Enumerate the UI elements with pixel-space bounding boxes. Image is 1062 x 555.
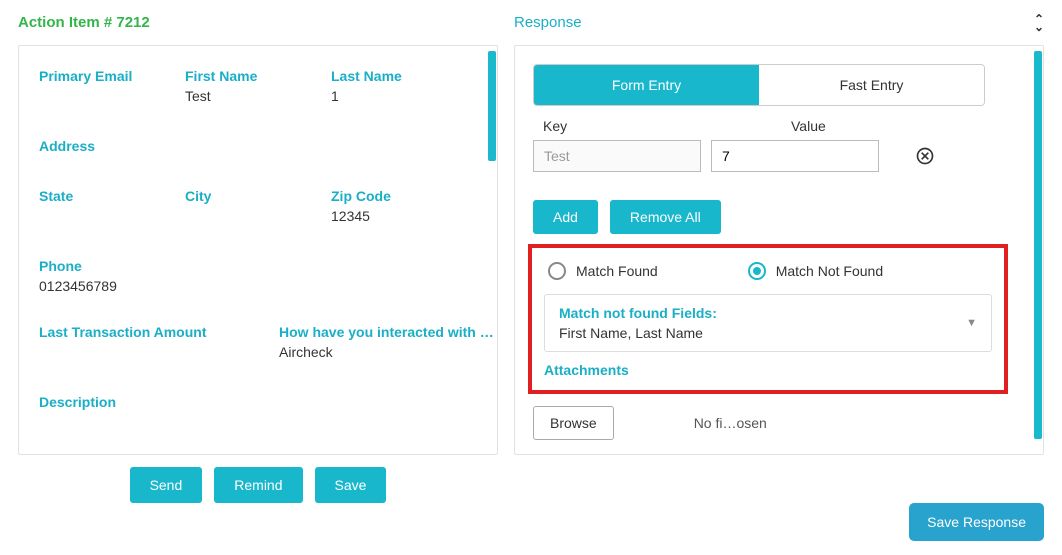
radio-icon — [548, 262, 566, 280]
zip-label: Zip Code — [331, 188, 477, 204]
entry-tabs: Form Entry Fast Entry — [533, 64, 985, 106]
city-label: City — [185, 188, 331, 204]
radio-match-not-found[interactable]: Match Not Found — [748, 262, 883, 280]
radio-match-found-label: Match Found — [576, 263, 658, 279]
description-label: Description — [39, 394, 477, 410]
match-not-found-title: Match not found Fields: — [559, 305, 977, 321]
attachments-label: Attachments — [544, 362, 992, 378]
radio-match-found[interactable]: Match Found — [548, 262, 658, 280]
state-label: State — [39, 188, 185, 204]
add-button[interactable]: Add — [533, 200, 598, 234]
first-name-value: Test — [185, 88, 331, 104]
phone-label: Phone — [39, 258, 477, 274]
match-highlight-box: Match Found Match Not Found Match not fo… — [528, 244, 1008, 394]
phone-value: 0123456789 — [39, 278, 477, 294]
action-item-title: Action Item # 7212 — [18, 14, 150, 31]
no-file-label: No fi…osen — [694, 415, 767, 431]
last-name-value: 1 — [331, 88, 477, 104]
value-input[interactable] — [711, 140, 879, 172]
left-scrollbar[interactable] — [488, 51, 496, 161]
remind-button[interactable]: Remind — [214, 467, 302, 503]
radio-match-not-found-label: Match Not Found — [776, 263, 883, 279]
key-column-label: Key — [533, 118, 713, 134]
radio-icon — [748, 262, 766, 280]
left-panel: Primary Email First Name Test Last Name … — [18, 45, 498, 455]
send-button[interactable]: Send — [130, 467, 203, 503]
last-name-label: Last Name — [331, 68, 477, 84]
key-input[interactable] — [533, 140, 701, 172]
browse-button[interactable]: Browse — [533, 406, 614, 440]
address-label: Address — [39, 138, 477, 154]
first-name-label: First Name — [185, 68, 331, 84]
expand-collapse-icon[interactable]: ⌃⌄ — [1034, 15, 1044, 31]
remove-all-button[interactable]: Remove All — [610, 200, 721, 234]
tab-form-entry[interactable]: Form Entry — [534, 65, 759, 105]
right-panel: Form Entry Fast Entry Key Value Add Remo… — [514, 45, 1044, 455]
save-response-button[interactable]: Save Response — [909, 503, 1044, 541]
tab-fast-entry[interactable]: Fast Entry — [759, 65, 984, 105]
zip-value: 12345 — [331, 208, 477, 224]
interacted-label: How have you interacted with … — [279, 324, 498, 340]
match-not-found-select[interactable]: Match not found Fields: First Name, Last… — [544, 294, 992, 352]
right-scrollbar[interactable] — [1034, 51, 1042, 439]
response-title: Response — [514, 14, 582, 31]
match-not-found-value: First Name, Last Name — [559, 325, 977, 341]
last-txn-label: Last Transaction Amount — [39, 324, 279, 340]
save-button[interactable]: Save — [315, 467, 387, 503]
value-column-label: Value — [713, 118, 826, 134]
primary-email-label: Primary Email — [39, 68, 185, 84]
chevron-down-icon: ▼ — [966, 317, 977, 329]
interacted-value: Aircheck — [279, 344, 498, 360]
delete-row-icon[interactable] — [915, 146, 935, 166]
